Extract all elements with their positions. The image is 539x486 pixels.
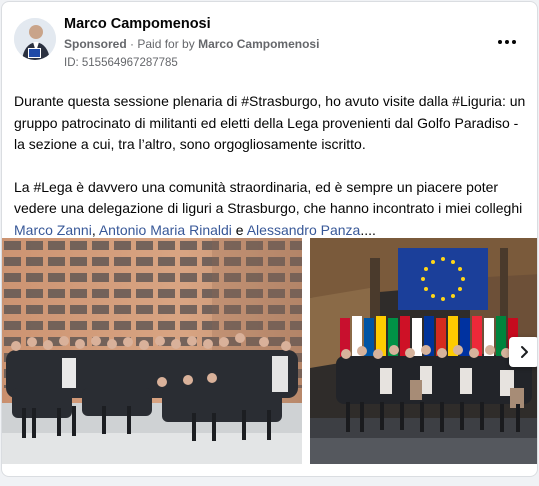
see-more-ellipsis[interactable]: .... [360,222,376,238]
author-name[interactable]: Marco Campomenosi [64,16,211,32]
mention-antonio-maria-rinaldi[interactable]: Antonio Maria Rinaldi [99,222,232,238]
ad-post-card: Marco Campomenosi Sponsored · Paid for b… [1,1,538,477]
more-options-button[interactable] [492,30,522,54]
conjunction: e [231,221,247,238]
sponsored-label: Sponsored [64,37,127,51]
photo-group-parliament[interactable] [310,238,537,464]
eu-flag-badge-icon [28,48,41,58]
sponsored-line: Sponsored · Paid for by Marco Campomenos… [64,37,319,51]
carousel-next-button[interactable] [509,337,537,367]
chevron-right-icon [521,346,528,358]
post-paragraph-2: La #Lega è davvero una comunità straordi… [14,177,529,242]
more-dot [512,40,516,44]
comma: , [91,221,99,238]
profile-avatar[interactable] [14,18,56,60]
more-dot [505,40,509,44]
photo-group-outdoor[interactable] [2,238,302,464]
more-dot [498,40,502,44]
meta-separator: · [130,37,135,51]
group-parliament-image [310,238,537,464]
mention-alessandro-panza[interactable]: Alessandro Panza [247,222,361,238]
paid-for-name[interactable]: Marco Campomenosi [198,37,319,51]
paragraph-2-text: La #Lega è davvero una comunità straordi… [14,178,523,217]
mention-marco-zanni[interactable]: Marco Zanni [14,222,92,238]
post-body: Durante questa sessione plenaria di #Str… [14,91,529,262]
library-id: ID: 515564967287785 [64,57,178,69]
group-outdoor-image [2,238,302,464]
post-paragraph-1: Durante questa sessione plenaria di #Str… [14,93,526,152]
paid-for-label: Paid for by [137,37,195,51]
